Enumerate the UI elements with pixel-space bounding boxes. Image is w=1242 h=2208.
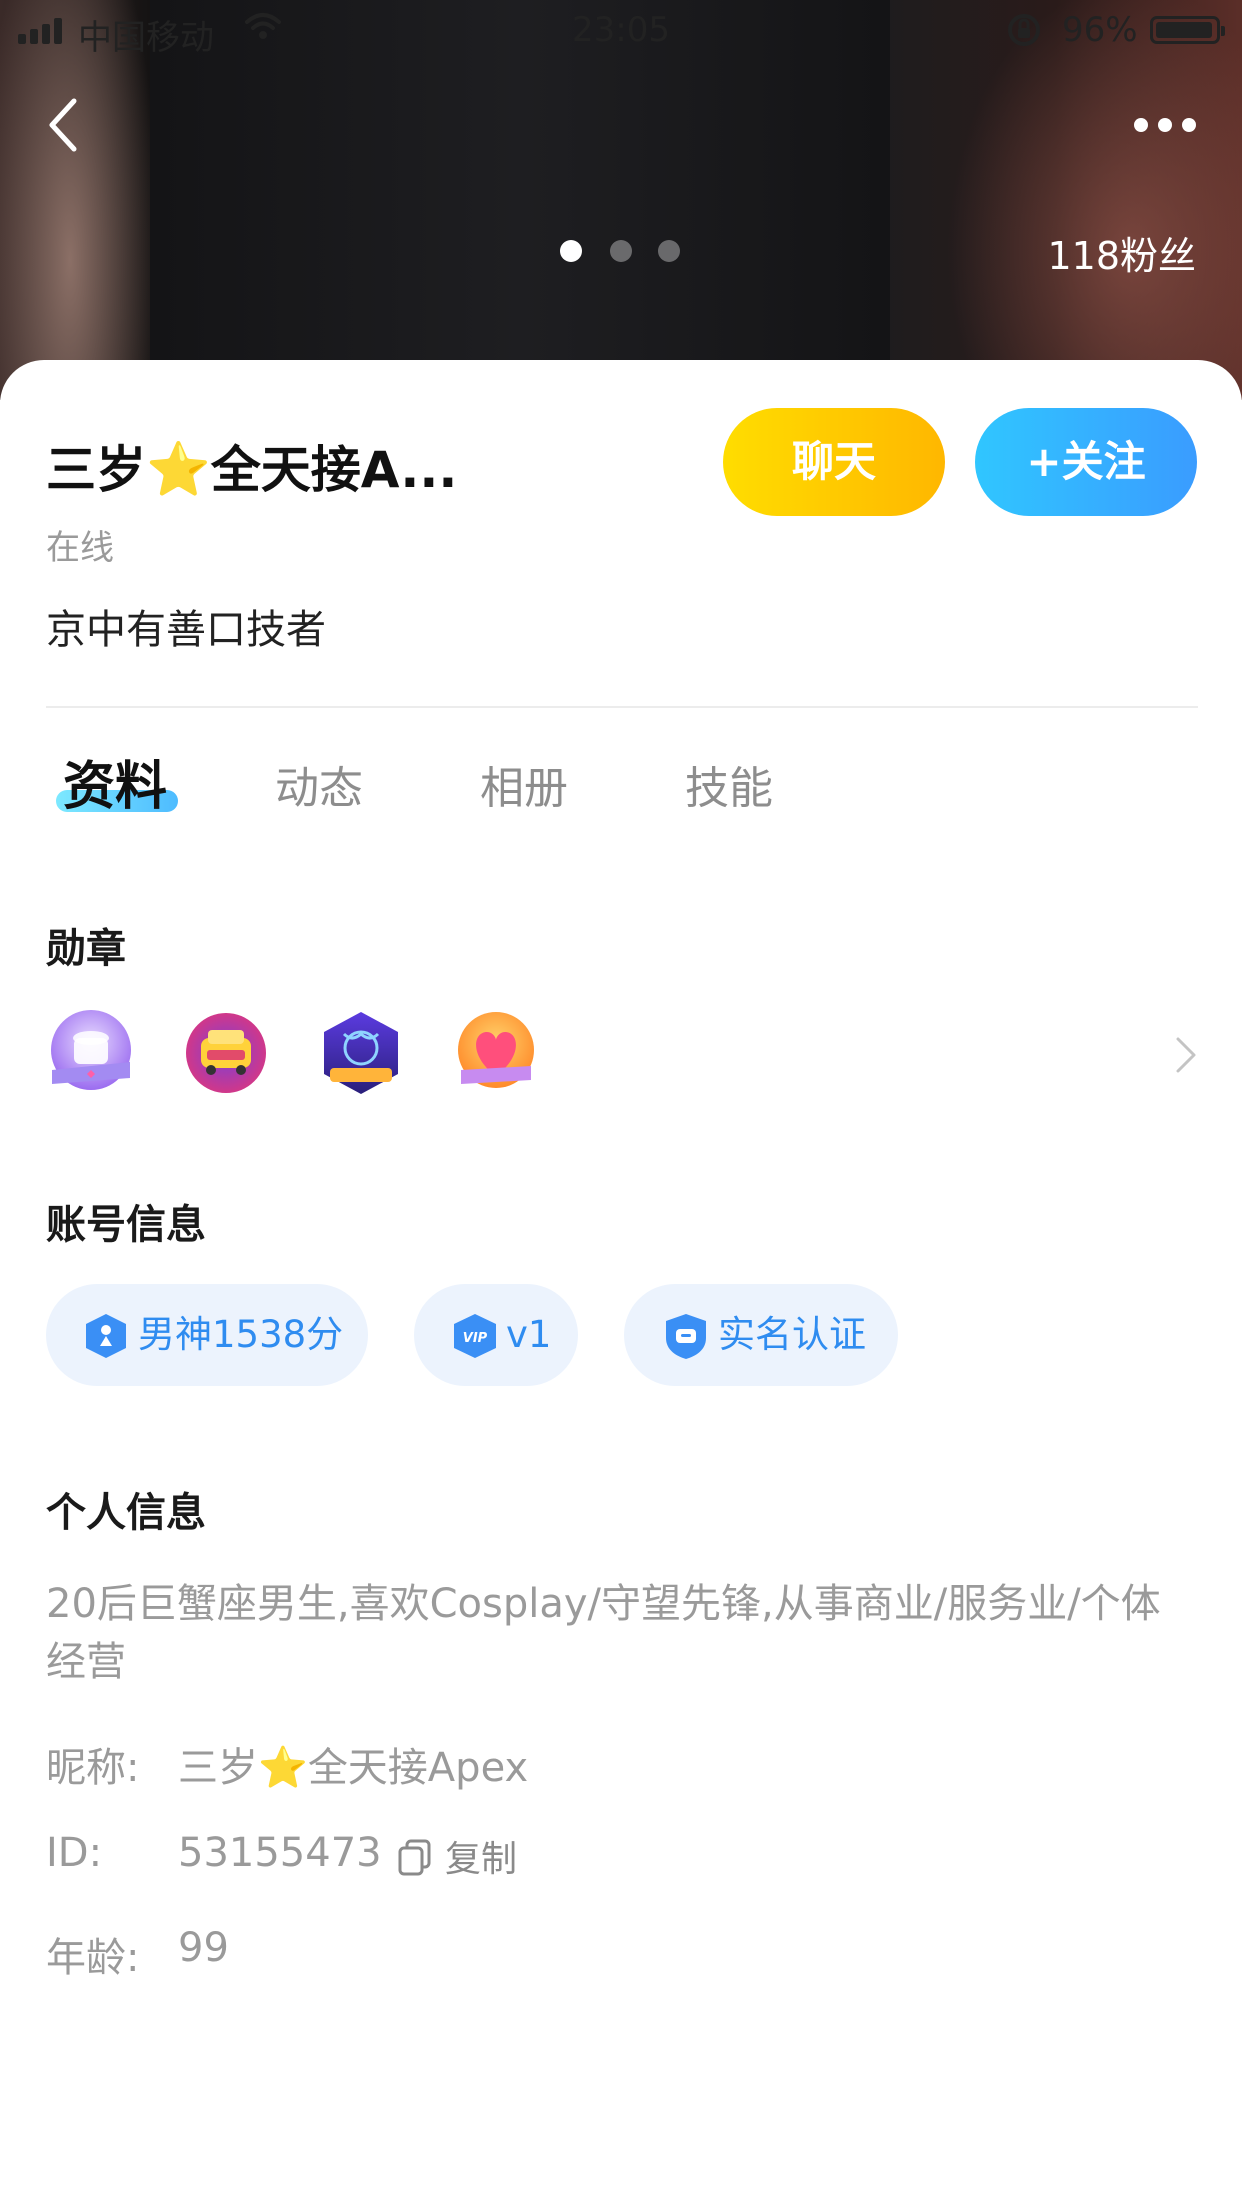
taurus-medal-icon[interactable] xyxy=(316,1008,406,1098)
id-value: 53155473 xyxy=(178,1830,382,1876)
battery-percent: 96% xyxy=(1062,10,1138,50)
photo-pager xyxy=(560,240,690,264)
id-label: ID: xyxy=(46,1830,103,1876)
photo-subject xyxy=(150,0,890,400)
copy-icon xyxy=(398,1839,431,1876)
chat-button[interactable]: 聊天 xyxy=(723,408,945,516)
copy-label: 复制 xyxy=(445,1839,518,1880)
star-icon: ⭐ xyxy=(146,440,211,500)
age-label: 年龄: xyxy=(46,1935,140,1981)
follow-button[interactable]: +关注 xyxy=(975,408,1197,516)
medals-title: 勋章 xyxy=(46,926,126,972)
pager-dot[interactable] xyxy=(658,240,680,262)
vip-icon-text: VIP xyxy=(463,1331,488,1346)
star-icon: ⭐ xyxy=(258,1745,308,1791)
pager-dot[interactable] xyxy=(610,240,632,262)
vip-badge[interactable]: VIP v1 xyxy=(414,1284,578,1386)
nickname-value: 三岁⭐全天接Apex xyxy=(178,1735,528,1793)
account-title: 账号信息 xyxy=(46,1202,206,1248)
signature-text: 京中有善口技者 xyxy=(46,607,326,653)
user-name: 三岁⭐全天接A... xyxy=(46,430,457,502)
personal-info-title: 个人信息 xyxy=(46,1490,206,1536)
tab-moments[interactable]: 动态 xyxy=(275,752,363,816)
age-value: 99 xyxy=(178,1925,229,1971)
heart-medal-icon[interactable] xyxy=(451,1008,541,1098)
back-icon[interactable] xyxy=(40,95,90,155)
charm-score-label: 男神1538分 xyxy=(138,1313,344,1356)
taxi-medal-icon[interactable] xyxy=(181,1008,271,1098)
charm-score-badge[interactable]: 男神1538分 xyxy=(46,1284,368,1386)
copy-id-button[interactable]: 复制 xyxy=(397,1830,517,1882)
fans-count[interactable]: 118粉丝 xyxy=(1047,225,1196,280)
coffee-medal-icon[interactable] xyxy=(46,1008,136,1098)
status-bar: 中国移动 23:05 96% xyxy=(0,0,1242,60)
tab-profile[interactable]: 资料 xyxy=(63,744,167,819)
vip-level-label: v1 xyxy=(506,1313,552,1356)
name-text: 三岁 xyxy=(46,441,146,499)
verified-label: 实名认证 xyxy=(718,1313,866,1356)
tab-album[interactable]: 相册 xyxy=(480,752,568,816)
nickname-text: 三岁 xyxy=(178,1745,258,1791)
shield-user-icon xyxy=(86,1314,126,1358)
clock: 23:05 xyxy=(572,10,670,50)
more-options-icon[interactable] xyxy=(1130,105,1200,145)
profile-photo[interactable] xyxy=(0,0,1242,400)
id-verified-icon xyxy=(666,1314,706,1359)
chevron-right-icon[interactable] xyxy=(1174,1035,1198,1075)
battery-icon xyxy=(1150,16,1225,44)
vip-icon: VIP xyxy=(454,1314,496,1358)
pager-dot[interactable] xyxy=(560,240,582,262)
online-status: 在线 xyxy=(46,528,114,568)
tab-skills[interactable]: 技能 xyxy=(685,752,773,816)
verified-badge[interactable]: 实名认证 xyxy=(624,1284,898,1386)
bio-text: 20后巨蟹座男生,喜欢Cosplay/守望先锋,从事商业/服务业/个体经营 xyxy=(46,1581,1161,1685)
rotation-lock-icon xyxy=(1008,14,1040,46)
nickname-label: 昵称: xyxy=(46,1745,140,1791)
name-text-rest: 全天接A... xyxy=(210,441,458,499)
divider xyxy=(46,706,1198,708)
nickname-text-rest: 全天接Apex xyxy=(307,1745,529,1791)
